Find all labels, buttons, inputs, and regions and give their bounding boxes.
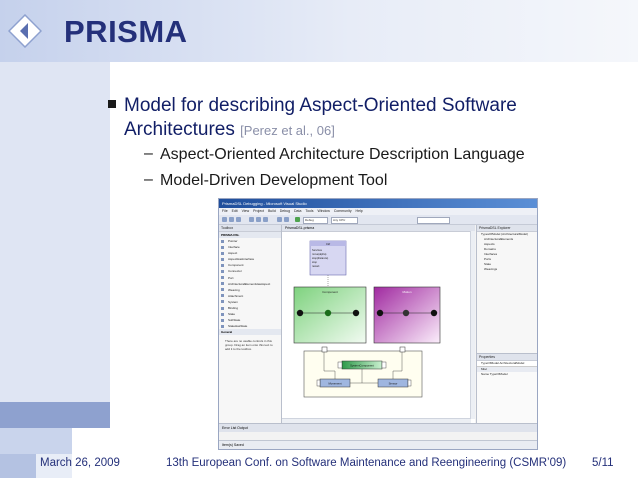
- properties-row: Name TypeOfModel: [481, 372, 508, 376]
- architecture-diagram: Intf Services move(alpha) stop(distance)…: [293, 240, 441, 398]
- bullet-square-icon: [108, 100, 116, 108]
- dash-marker: –: [144, 171, 153, 188]
- status-bar: Item(s) Saved: [219, 440, 537, 449]
- explorer-header: PrismaDSL Explorer: [477, 225, 537, 232]
- component-aspect-purple: Motion: [373, 286, 441, 344]
- component-right-label: Motion: [402, 290, 411, 294]
- system-container: SystemComponent Movement Sensor: [303, 346, 423, 398]
- undo-icon: [277, 217, 282, 222]
- band-block: [0, 428, 72, 454]
- save-icon: [236, 217, 241, 222]
- bottom-tabs: Error List Output: [219, 423, 537, 432]
- component-left-label: Component: [322, 290, 338, 294]
- properties-header: Properties: [477, 354, 537, 361]
- slide-title: PRISMA: [64, 14, 188, 49]
- find-box: [417, 217, 450, 224]
- cut-icon: [249, 217, 254, 222]
- toolbar: Debug Any CPU: [219, 215, 537, 225]
- left-decorative-band: [0, 0, 110, 478]
- toolbox-item: StateHasState: [219, 323, 281, 329]
- interface-row: move(alpha): [312, 252, 327, 256]
- toolbox-pane: Toolbox PRISMA DSL Pointer Interface Asp…: [219, 225, 282, 423]
- start-debug-icon: [295, 217, 300, 222]
- interface-row: Services: [312, 248, 323, 252]
- open-icon: [229, 217, 234, 222]
- config-select: Debug: [303, 217, 328, 224]
- sub-bullet: – Model-Driven Development Tool: [144, 171, 388, 190]
- menu-bar: File Edit View Project Build Debug Data …: [219, 208, 537, 215]
- sub-bullet: – Aspect-Oriented Architecture Descripti…: [144, 145, 525, 164]
- interface-shape: Intf Services move(alpha) stop(distance)…: [309, 240, 347, 276]
- sub-bullet-text: Model-Driven Development Tool: [160, 172, 388, 189]
- interface-row: restart: [312, 264, 320, 268]
- dash-marker: –: [144, 145, 153, 162]
- band-block: [0, 402, 110, 428]
- small-left-label: Movement: [328, 382, 341, 386]
- copy-icon: [256, 217, 261, 222]
- footer: March 26, 2009 13th European Conf. on So…: [0, 452, 638, 478]
- platform-select: Any CPU: [331, 217, 358, 224]
- paste-icon: [263, 217, 268, 222]
- interface-row: stop(distance): [312, 256, 328, 260]
- small-right-label: Sensor: [389, 382, 398, 386]
- main-bullet: Model for describing Aspect-Oriented Sof…: [108, 94, 614, 143]
- new-icon: [222, 217, 227, 222]
- interface-row: stop: [312, 260, 317, 264]
- redo-icon: [284, 217, 289, 222]
- toolbox-header: Toolbox: [219, 225, 281, 232]
- band-block: [0, 62, 110, 402]
- citation: [Perez et al., 06]: [240, 123, 335, 138]
- properties-pane: Properties TypeOfModel ArchitecturalMode…: [477, 353, 537, 424]
- vertical-scrollbar: [470, 231, 475, 419]
- bottom-tab-labels: Error List Output: [222, 426, 248, 430]
- logo-arrow-icon: [8, 14, 42, 48]
- interface-title: Intf: [326, 242, 330, 246]
- toolbox-message: There are no usable controls in this gro…: [225, 339, 273, 352]
- system-label: SystemComponent: [350, 364, 374, 368]
- window-title: PrismaDSL Debugging - Microsoft Visual S…: [219, 199, 537, 208]
- tool-screenshot: PrismaDSL Debugging - Microsoft Visual S…: [218, 198, 538, 450]
- explorer-pane: PrismaDSL Explorer TypesOfModel (Archite…: [476, 225, 537, 424]
- page-number: 5/11: [592, 457, 614, 469]
- footer-conference: 13th European Conf. on Software Maintena…: [166, 457, 567, 469]
- sub-bullet-text: Aspect-Oriented Architecture Description…: [160, 146, 525, 163]
- component-aspect-green: Component: [293, 286, 367, 344]
- designer-document: PrismaDSL.prisma Intf Services move(alph…: [282, 225, 475, 423]
- explorer-item: Weavings: [484, 267, 498, 271]
- footer-date: March 26, 2009: [40, 457, 120, 469]
